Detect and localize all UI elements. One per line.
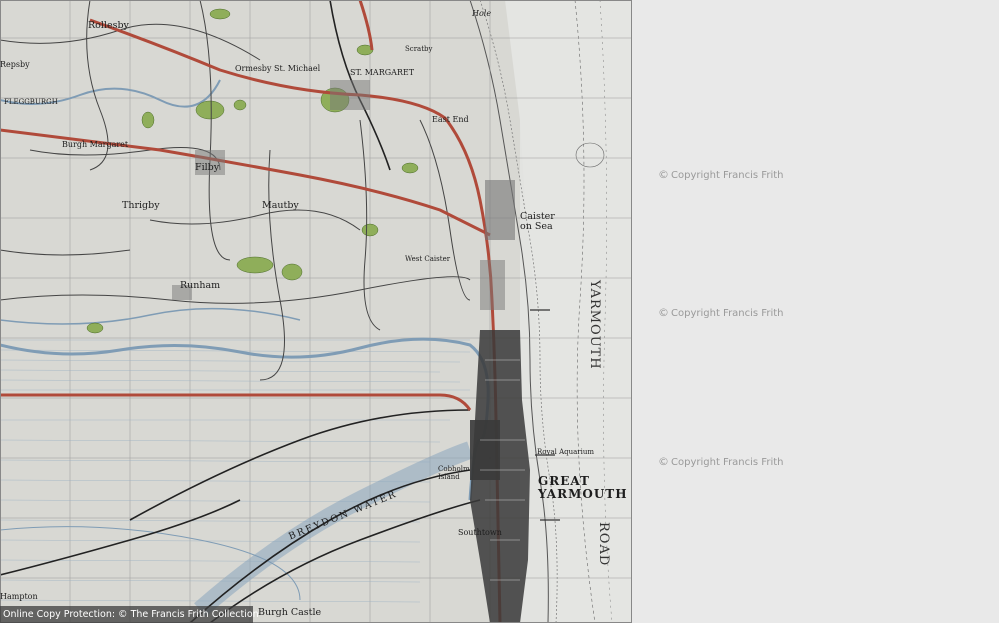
place-mautby: Mautby [262, 200, 299, 211]
copy-protection-bar: Online Copy Protection: © The Francis Fr… [0, 606, 259, 623]
watermark-3: © Copyright Francis Frith [658, 455, 784, 468]
watermark-2: © Copyright Francis Frith [658, 306, 784, 319]
place-southtown: Southtown [458, 528, 502, 537]
place-filby: Filby [195, 162, 220, 173]
place-hampton: Hampton [0, 592, 38, 601]
place-runham: Runham [180, 280, 221, 291]
place-repsby: Repsby [0, 60, 30, 69]
place-scratby: Scratby [405, 45, 433, 53]
sea-label-yarmouth: YARMOUTH [587, 280, 602, 370]
place-royal-aquarium: Royal Aquarium [537, 448, 595, 456]
place-hole: Hole [472, 9, 492, 18]
place-burgh-margaret: Burgh Margaret [62, 140, 129, 149]
place-yarmouth: YARMOUTH [538, 487, 628, 501]
place-st-margaret: ST. MARGARET [350, 68, 415, 77]
historic-map[interactable]: Rollesby Ormesby St. Michael ST. MARGARE… [0, 0, 632, 623]
place-fleggburgh: FLEGGBURGH [4, 98, 58, 106]
place-thrigby: Thrigby [122, 200, 160, 211]
place-cobholm: Cobholm Island [438, 465, 470, 481]
map-viewer: Rollesby Ormesby St. Michael ST. MARGARE… [0, 0, 999, 623]
sea-label-road: ROAD [596, 522, 611, 567]
watermark-1: © Copyright Francis Frith [658, 168, 784, 181]
place-burgh-castle: Burgh Castle [258, 607, 322, 618]
place-caister-on-sea: Caister on Sea [520, 211, 555, 232]
place-rollesby: Rollesby [88, 20, 129, 31]
place-great: GREAT [538, 474, 590, 488]
place-east-end: East End [432, 115, 469, 124]
place-ormesby: Ormesby St. Michael [235, 64, 321, 73]
place-west-caister: West Caister [405, 255, 451, 263]
